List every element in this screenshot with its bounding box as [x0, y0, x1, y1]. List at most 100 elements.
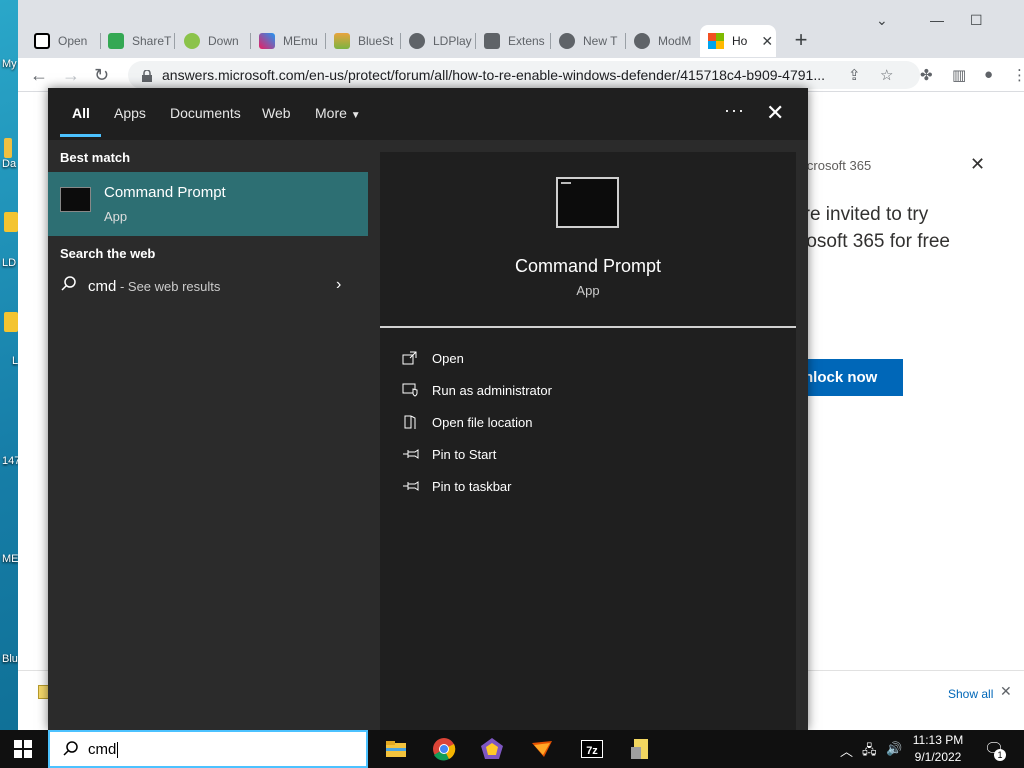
- browser-tab[interactable]: Open: [26, 25, 100, 57]
- svg-text:7z: 7z: [586, 745, 598, 757]
- desktop-icon[interactable]: [4, 312, 18, 332]
- desktop-icon[interactable]: [4, 212, 18, 232]
- best-match-header: Best match: [60, 150, 131, 165]
- minimize-icon[interactable]: —: [930, 12, 944, 28]
- tab-all[interactable]: All: [72, 105, 90, 121]
- invite-text: 're invited to try: [800, 204, 929, 225]
- search-icon: [62, 740, 80, 763]
- close-icon[interactable]: ✕: [970, 154, 985, 175]
- chevron-up-icon[interactable]: ︿: [840, 741, 853, 760]
- forward-icon[interactable]: →: [62, 65, 80, 86]
- action-run-as-admin[interactable]: Run as administrator: [402, 378, 552, 402]
- web-query: cmd: [88, 278, 117, 295]
- tab-strip: Open ShareT Down MEmu BlueSt LDPlay Exte…: [18, 0, 1024, 58]
- memu-icon[interactable]: [480, 737, 504, 761]
- browser-tab[interactable]: BlueSt: [326, 25, 400, 57]
- tab-label: ModM: [658, 34, 692, 48]
- unlock-button[interactable]: nlock now: [796, 359, 903, 396]
- action-open-file-location[interactable]: Open file location: [402, 410, 532, 434]
- detail-type: App: [576, 283, 600, 298]
- browser-tab[interactable]: ModM: [626, 25, 700, 57]
- desktop-icon-label[interactable]: Da: [2, 158, 16, 170]
- file-explorer-icon[interactable]: [384, 737, 408, 761]
- lock-icon[interactable]: [142, 69, 152, 82]
- windows-start-icon[interactable]: [14, 740, 32, 758]
- action-open[interactable]: Open: [402, 346, 464, 370]
- tab-label: Extens: [508, 34, 545, 48]
- more-options-icon[interactable]: ···: [724, 100, 745, 121]
- desktop-icon-label[interactable]: Blu: [2, 653, 18, 665]
- clock[interactable]: 11:13 PM 9/1/2022: [906, 732, 970, 766]
- tab-favicon-icon: [184, 33, 200, 49]
- 7zip-icon[interactable]: 7z: [580, 737, 604, 761]
- maximize-icon[interactable]: ☐: [970, 12, 983, 29]
- invite-text: rosoft 365 for free: [800, 231, 950, 252]
- tab-more[interactable]: More ▼: [315, 105, 361, 121]
- desktop-icon-label[interactable]: ME: [2, 553, 19, 565]
- bookmark-star-icon[interactable]: ☆: [880, 66, 893, 84]
- search-web-header: Search the web: [60, 246, 156, 261]
- browser-tab[interactable]: ShareT: [100, 25, 174, 57]
- extensions-icon[interactable]: ✤: [920, 66, 933, 84]
- search-query[interactable]: cmd: [88, 741, 118, 758]
- best-match-result[interactable]: Command Prompt App: [48, 172, 368, 236]
- tab-search-icon[interactable]: ⌄: [876, 12, 888, 29]
- network-icon[interactable]: 🖧: [862, 741, 877, 763]
- app-icon[interactable]: [530, 737, 554, 761]
- caret-down-icon: ▼: [350, 110, 361, 121]
- chrome-icon: [559, 33, 575, 49]
- reload-icon[interactable]: ↻: [94, 65, 109, 86]
- browser-toolbar: ← → ↻ answers.microsoft.com/en-us/protec…: [18, 58, 1024, 92]
- new-tab-button[interactable]: +: [788, 28, 814, 54]
- tab-favicon-icon: [634, 33, 650, 49]
- action-pin-to-start[interactable]: Pin to Start: [402, 442, 496, 466]
- address-bar[interactable]: answers.microsoft.com/en-us/protect/foru…: [128, 61, 920, 89]
- tab-more-label: More: [315, 105, 347, 121]
- web-search-result[interactable]: cmd - See web results ›: [48, 268, 368, 304]
- browser-tab[interactable]: New T: [551, 25, 625, 57]
- tab-documents[interactable]: Documents: [170, 105, 241, 121]
- back-icon[interactable]: ←: [30, 65, 48, 86]
- result-title: Command Prompt: [104, 184, 226, 201]
- tab-favicon-icon: [409, 33, 425, 49]
- chrome-icon[interactable]: [432, 737, 456, 761]
- browser-tab[interactable]: Extens: [476, 25, 550, 57]
- url-text: answers.microsoft.com/en-us/protect/foru…: [162, 67, 825, 83]
- side-panel-icon[interactable]: ▥: [952, 66, 966, 84]
- clock-time: 11:13 PM: [912, 733, 964, 747]
- action-label: Open file location: [432, 414, 533, 430]
- desktop-icon-label[interactable]: LD: [2, 257, 16, 269]
- desktop-icon-label[interactable]: My: [2, 58, 17, 70]
- taskbar-search-box[interactable]: cmd: [48, 730, 368, 768]
- tab-label: BlueSt: [358, 34, 394, 48]
- browser-tab-active[interactable]: Ho ✕: [700, 25, 776, 57]
- result-type: App: [104, 209, 128, 224]
- action-pin-to-taskbar[interactable]: Pin to taskbar: [402, 474, 512, 498]
- tab-web[interactable]: Web: [262, 105, 291, 121]
- chevron-right-icon[interactable]: ›: [336, 276, 341, 294]
- tab-apps[interactable]: Apps: [114, 105, 146, 121]
- command-prompt-icon: [556, 177, 619, 228]
- browser-tab[interactable]: MEmu: [251, 25, 325, 57]
- tab-label: Open: [58, 34, 88, 48]
- close-icon[interactable]: ✕: [1000, 683, 1012, 700]
- puzzle-icon: [484, 33, 500, 49]
- tab-label: New T: [583, 34, 618, 48]
- menu-icon[interactable]: ⋮: [1012, 66, 1024, 84]
- open-icon: [402, 351, 420, 365]
- profile-icon[interactable]: ●: [984, 66, 993, 83]
- command-prompt-icon: [60, 187, 91, 212]
- share-icon[interactable]: ⇪: [848, 66, 861, 84]
- pin-icon: [402, 479, 420, 493]
- tab-close-icon[interactable]: ✕: [761, 33, 773, 50]
- active-tab-indicator: [60, 134, 101, 137]
- close-icon[interactable]: ✕: [766, 100, 784, 126]
- show-all-link[interactable]: Show all: [948, 687, 993, 701]
- web-result-text: cmd - See web results: [88, 278, 220, 295]
- browser-tab[interactable]: Down: [176, 25, 250, 57]
- volume-icon[interactable]: 🔊: [886, 741, 902, 757]
- tab-label: ShareT: [132, 34, 172, 48]
- browser-tab[interactable]: LDPlay: [401, 25, 475, 57]
- archive-icon[interactable]: [628, 737, 652, 761]
- desktop-icon[interactable]: [4, 138, 12, 158]
